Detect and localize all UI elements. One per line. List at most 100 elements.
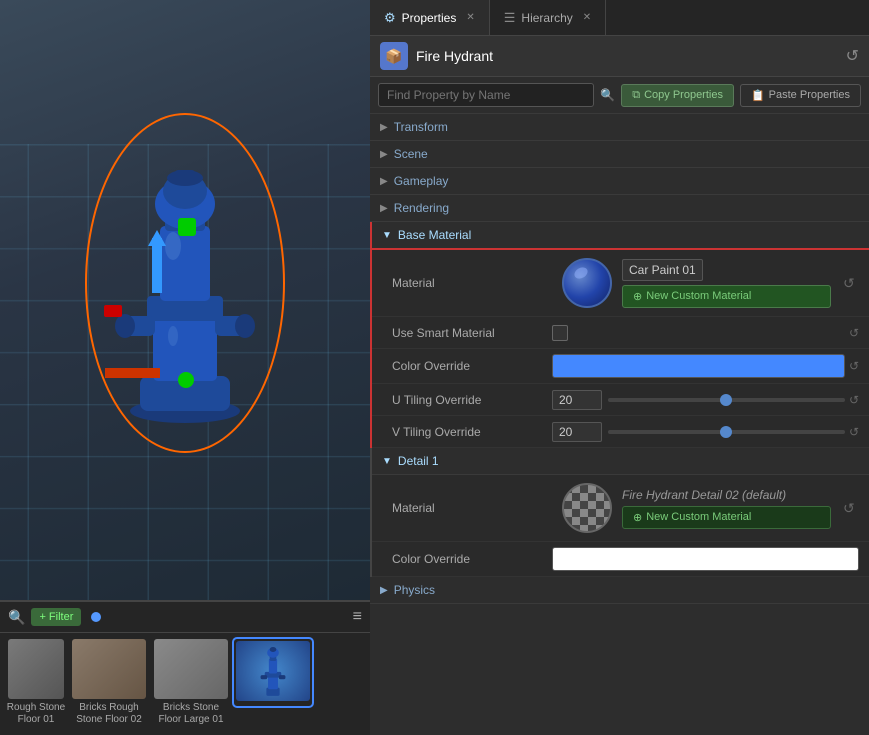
hierarchy-tab-icon: ☰ [504, 10, 516, 26]
material-name-detail1: Fire Hydrant Detail 02 (default) [622, 488, 786, 502]
search-toolbar: 🔍 ⧉ Copy Properties 📋 Paste Properties [370, 77, 869, 114]
material-label: Material [392, 276, 552, 290]
properties-content: ▶ Transform ▶ Scene ▶ Gameplay ▶ Renderi… [370, 114, 869, 735]
u-tiling-thumb[interactable] [720, 394, 732, 406]
u-tiling-row: U Tiling Override ↺ [372, 384, 869, 416]
transform-handle-green-circle[interactable] [178, 372, 194, 388]
reset-smart-button[interactable]: ↺ [849, 326, 859, 340]
thumb-image [8, 639, 64, 699]
new-custom-material-button-base[interactable]: ⊕ New Custom Material [622, 285, 831, 308]
search-input[interactable] [378, 83, 594, 107]
material-label-detail1: Material [392, 501, 552, 515]
reset-material-detail1[interactable]: ↺ [843, 500, 859, 516]
section-rendering[interactable]: ▶ Rendering [370, 195, 869, 222]
thumb-item-bricks2[interactable]: Bricks Stone Floor Large 01 [152, 639, 230, 726]
transform-handle-green-box[interactable] [178, 218, 196, 236]
use-smart-checkbox[interactable] [552, 325, 568, 341]
reset-material-button[interactable]: ↺ [843, 275, 859, 291]
section-label-transform: Transform [394, 120, 448, 134]
properties-tab-close[interactable]: ✕ [466, 12, 474, 23]
object-title-bar: 📦 Fire Hydrant ↺ [370, 36, 869, 77]
object-icon: 📦 [380, 42, 408, 70]
new-custom-material-button-detail1[interactable]: ⊕ New Custom Material [622, 506, 831, 529]
filter-dot [91, 612, 101, 622]
object-settings-icon[interactable]: ↺ [846, 46, 859, 66]
asset-bar-toolbar: 🔍 + Filter ≡ [0, 602, 370, 633]
material-info: Car Paint 01 ⊕ New Custom Material [622, 259, 831, 308]
material-name: Car Paint 01 [622, 259, 703, 281]
thumb-item-bricks1[interactable]: Bricks Rough Stone Floor 02 [70, 639, 148, 726]
material-thumbnail-detail1 [562, 483, 612, 533]
section-scene[interactable]: ▶ Scene [370, 141, 869, 168]
section-arrow-physics: ▶ [380, 585, 388, 596]
section-label-physics: Physics [394, 583, 435, 597]
section-arrow-gameplay: ▶ [380, 176, 388, 187]
thumb-item-hydrant[interactable] [234, 639, 312, 706]
plus-icon-detail1: ⊕ [633, 511, 642, 524]
section-transform[interactable]: ▶ Transform [370, 114, 869, 141]
search-icon: 🔍 [8, 609, 25, 626]
paste-icon: 📋 [751, 89, 765, 102]
list-view-icon[interactable]: ≡ [353, 608, 362, 626]
thumb-image [154, 639, 228, 699]
detail1-section: ▼ Detail 1 Material Fire Hydrant Detail … [370, 448, 869, 577]
hierarchy-tab-close[interactable]: ✕ [583, 12, 591, 23]
tab-properties[interactable]: ⚙ Properties ✕ [370, 0, 490, 35]
v-tiling-row: V Tiling Override ↺ [372, 416, 869, 448]
tab-hierarchy[interactable]: ☰ Hierarchy ✕ [490, 0, 606, 35]
material-thumbnail [562, 258, 612, 308]
v-tiling-thumb[interactable] [720, 426, 732, 438]
section-label-base-material: Base Material [398, 228, 471, 242]
section-label-gameplay: Gameplay [394, 174, 449, 188]
v-tiling-slider[interactable] [608, 430, 845, 434]
section-physics[interactable]: ▶ Physics [370, 577, 869, 604]
section-arrow-base-material: ▼ [382, 230, 392, 241]
viewport[interactable] [0, 0, 370, 600]
section-label-scene: Scene [394, 147, 428, 161]
u-tiling-input[interactable] [552, 390, 602, 410]
color-swatch-detail1[interactable] [552, 547, 859, 571]
copy-icon: ⧉ [632, 89, 640, 102]
u-tiling-slider[interactable] [608, 398, 845, 402]
color-swatch-base[interactable] [552, 354, 845, 378]
transform-handle-red-arrow[interactable] [105, 368, 160, 378]
thumbnails-row: Rough Stone Floor 01 Bricks Rough Stone … [0, 633, 370, 735]
tab-bar: ⚙ Properties ✕ ☰ Hierarchy ✕ [370, 0, 869, 36]
search-magnifier-icon: 🔍 [600, 88, 615, 102]
base-material-section: ▼ Base Material Material Car Paint 01 ⊕ … [370, 222, 869, 448]
color-override-label-detail1: Color Override [392, 552, 552, 566]
color-override-row-detail1: Color Override [372, 542, 869, 577]
section-arrow-scene: ▶ [380, 149, 388, 160]
reset-color-base[interactable]: ↺ [849, 359, 859, 373]
color-override-label-base: Color Override [392, 359, 552, 373]
section-arrow-detail1: ▼ [382, 456, 392, 467]
plus-icon: ⊕ [633, 290, 642, 303]
material-info-detail1: Fire Hydrant Detail 02 (default) ⊕ New C… [622, 488, 831, 529]
transform-handle-blue-arrow[interactable] [152, 238, 162, 293]
section-detail1[interactable]: ▼ Detail 1 [372, 448, 869, 475]
thumb-image [236, 641, 310, 701]
section-label-rendering: Rendering [394, 201, 449, 215]
reset-v-tiling[interactable]: ↺ [849, 425, 859, 439]
u-tiling-label: U Tiling Override [392, 393, 552, 407]
use-smart-label: Use Smart Material [392, 326, 552, 340]
filter-button[interactable]: + Filter [31, 608, 81, 626]
section-arrow-rendering: ▶ [380, 203, 388, 214]
v-tiling-input[interactable] [552, 422, 602, 442]
blue-arrow-head [148, 230, 166, 246]
copy-properties-button[interactable]: ⧉ Copy Properties [621, 84, 734, 107]
properties-panel: ⚙ Properties ✕ ☰ Hierarchy ✕ 📦 Fire Hydr… [370, 0, 869, 735]
section-gameplay[interactable]: ▶ Gameplay [370, 168, 869, 195]
hierarchy-tab-label: Hierarchy [521, 11, 572, 25]
thumb-item-roughstone[interactable]: Rough Stone Floor 01 [6, 639, 66, 726]
section-base-material[interactable]: ▼ Base Material [372, 222, 869, 250]
properties-tab-label: Properties [402, 11, 457, 25]
thumb-image [72, 639, 146, 699]
object-name: Fire Hydrant [416, 48, 838, 64]
paste-properties-button[interactable]: 📋 Paste Properties [740, 84, 861, 107]
transform-handle-red-box[interactable] [104, 305, 122, 317]
material-row-detail1: Material Fire Hydrant Detail 02 (default… [372, 475, 869, 542]
color-override-row-base: Color Override ↺ [372, 349, 869, 384]
reset-u-tiling[interactable]: ↺ [849, 393, 859, 407]
section-label-detail1: Detail 1 [398, 454, 439, 468]
